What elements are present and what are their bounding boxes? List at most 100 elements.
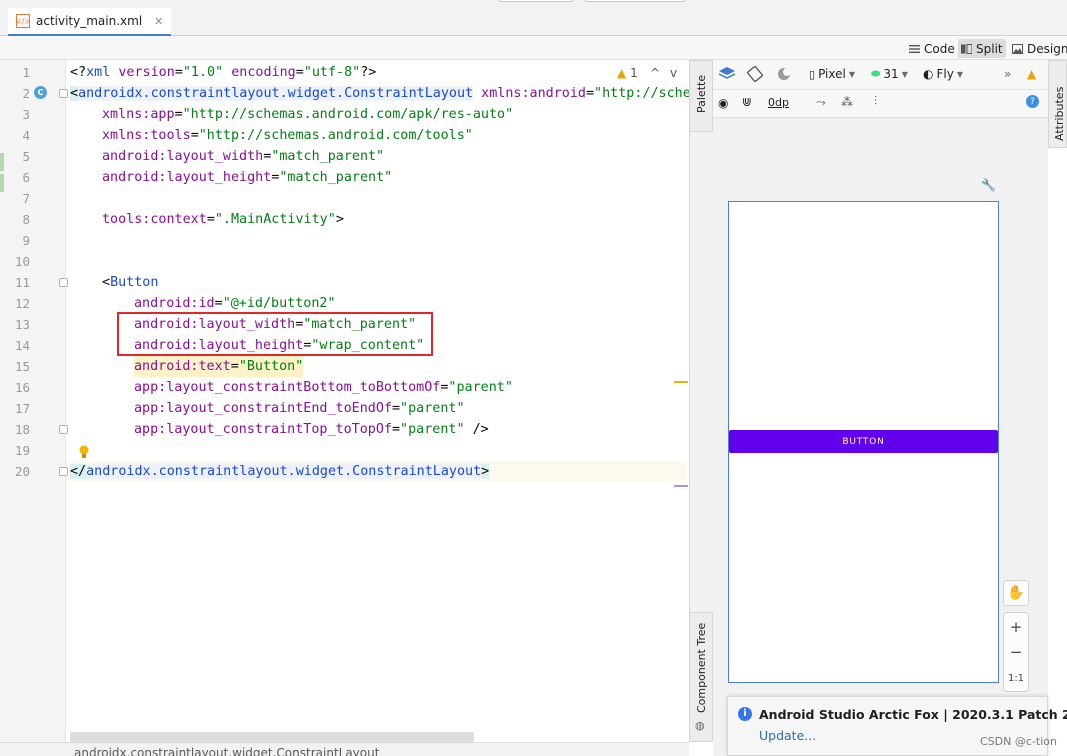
close-icon[interactable]: ✕ — [154, 15, 163, 28]
theme-selector[interactable]: ◐ Fly ▼ — [923, 67, 963, 81]
file-tab-activity-main[interactable]: </> activity_main.xml ✕ — [8, 8, 172, 36]
warning-count: 1 — [630, 66, 638, 80]
line-number: 10 — [14, 254, 30, 269]
line-number: 11 — [14, 275, 30, 290]
update-link[interactable]: Update... — [759, 728, 816, 743]
device-preview-frame[interactable]: BUTTON — [728, 201, 999, 683]
zoom-reset-button[interactable]: 1:1 — [1004, 666, 1028, 691]
horizontal-scrollbar[interactable] — [70, 732, 474, 742]
code-view-button[interactable]: Code — [906, 39, 958, 58]
design-toolbar-secondary: ◉ ⋓ 0dp ⤳ ⁂ ⫶ ? — [713, 90, 1048, 118]
line-number: 9 — [22, 233, 30, 248]
warning-triangle-icon: ▲ — [617, 66, 627, 80]
code-editor[interactable]: 1 <?xml version="1.0" encoding="utf-8"?>… — [0, 60, 691, 756]
line-number: 13 — [14, 317, 30, 332]
fold-marker[interactable] — [59, 425, 68, 434]
code-line: 3 xmlns:app="http://schemas.android.com/… — [0, 104, 689, 125]
default-margin-button[interactable]: 0dp — [768, 96, 789, 109]
scrollbar-mark[interactable] — [674, 485, 688, 487]
api-level-selector[interactable]: ⬬ 31 ▼ — [871, 67, 908, 81]
code-line: 18 app:layout_constraintTop_toTopOf="par… — [0, 419, 689, 440]
attributes-tab[interactable]: Attributes — [1048, 60, 1067, 148]
collapsed-panel-edge — [498, 0, 574, 2]
palette-tab[interactable]: Palette — [689, 60, 713, 132]
code-line: 7 — [0, 188, 689, 209]
code-line: 6 android:layout_height="match_parent" — [0, 167, 689, 188]
magnet-icon[interactable]: ⋓ — [742, 95, 752, 109]
component-tree-tab[interactable]: Component Tree ◍ — [689, 612, 713, 742]
split-view-button[interactable]: Split — [958, 39, 1006, 58]
line-number: 1 — [22, 65, 30, 80]
line-number: 2 — [22, 86, 30, 101]
zoom-controls: + − 1:1 — [1003, 612, 1029, 692]
code-text: app:layout_constraintTop_toTopOf="parent… — [134, 422, 489, 437]
preview-button[interactable]: BUTTON — [729, 430, 998, 453]
warning-indicator[interactable]: ▲ 1 — [617, 66, 638, 80]
magic-wand-icon[interactable]: ⁂ — [841, 95, 853, 109]
context-class-icon[interactable]: C — [34, 86, 47, 99]
code-line: 17 app:layout_constraintEnd_toEndOf="par… — [0, 398, 689, 419]
file-tab-label: activity_main.xml — [36, 14, 143, 28]
info-icon: i — [738, 707, 752, 721]
code-line: 8 tools:context=".MainActivity"> — [0, 209, 689, 230]
chevron-down-icon: ▼ — [956, 69, 963, 79]
lightbulb-icon[interactable] — [79, 445, 89, 459]
code-text: android:id="@+id/button2" — [134, 296, 336, 311]
code-text: app:layout_constraintEnd_toEndOf="parent… — [134, 401, 465, 416]
zoom-out-button[interactable]: − — [1004, 640, 1028, 665]
fold-marker[interactable] — [59, 89, 68, 98]
design-view-button[interactable]: Design — [1009, 39, 1067, 58]
line-number: 6 — [22, 170, 30, 185]
scrollbar-warning-mark[interactable] — [674, 381, 688, 383]
code-line: 16 app:layout_constraintBottom_toBottomO… — [0, 377, 689, 398]
editor-tab-bar: </> activity_main.xml ✕ — [0, 0, 1067, 36]
collapsed-panel-edge — [584, 0, 686, 2]
device-label: Pixel — [818, 67, 846, 81]
code-line: 10 — [0, 251, 689, 272]
watermark: CSDN @c-tion — [980, 735, 1057, 748]
line-number: 19 — [14, 443, 30, 458]
help-icon[interactable]: ? — [1026, 95, 1039, 108]
previous-highlight-button[interactable]: ^ — [650, 66, 660, 80]
pan-hand-icon[interactable]: ✋ — [1003, 580, 1029, 606]
breadcrumb[interactable]: androidx.constraintlayout.widget.Constra… — [74, 746, 379, 756]
zoom-in-button[interactable]: + — [1004, 615, 1028, 640]
code-line: 2 <androidx.constraintlayout.widget.Cons… — [0, 83, 691, 104]
highlight-annotation-box — [117, 312, 433, 356]
align-icon[interactable]: ⫶ — [874, 94, 877, 109]
next-highlight-button[interactable]: v — [670, 66, 677, 80]
fold-marker[interactable] — [59, 278, 68, 287]
tool-window-strip — [689, 132, 713, 612]
image-icon — [1012, 43, 1023, 54]
more-options-button[interactable]: » — [1004, 67, 1011, 81]
code-line: 19 — [0, 440, 689, 461]
code-text: </androidx.constraintlayout.widget.Const… — [70, 464, 490, 479]
code-text: android:layout_width="match_parent" — [102, 149, 385, 164]
code-text: app:layout_constraintBottom_toBottomOf="… — [134, 380, 513, 395]
line-number: 20 — [14, 464, 30, 479]
code-line: 1 <?xml version="1.0" encoding="utf-8"?> — [0, 62, 689, 83]
warning-icon[interactable]: ▲ — [1027, 67, 1036, 81]
orientation-icon[interactable] — [747, 66, 763, 82]
code-text: xmlns:tools="http://schemas.android.com/… — [102, 128, 473, 143]
line-number: 7 — [22, 191, 30, 206]
device-selector[interactable]: ▯ Pixel ▼ — [809, 67, 855, 81]
code-line: 4 xmlns:tools="http://schemas.android.co… — [0, 125, 689, 146]
code-line: 11 <Button — [0, 272, 689, 293]
fold-marker[interactable] — [59, 467, 68, 476]
code-text: <?xml version="1.0" encoding="utf-8"?> — [70, 65, 377, 80]
code-line: 12 android:id="@+id/button2" — [0, 293, 689, 314]
palette-label: Palette — [695, 74, 708, 113]
eye-icon[interactable]: ◉ — [718, 96, 728, 110]
clear-constraints-icon[interactable]: ⤳ — [816, 95, 826, 110]
line-number: 18 — [14, 422, 30, 437]
android-icon: ⬬ — [871, 67, 881, 80]
theme-label: Fly — [936, 67, 954, 81]
wrench-icon[interactable]: 🔧 — [981, 178, 996, 192]
layers-icon[interactable] — [718, 66, 736, 82]
night-mode-icon[interactable] — [777, 67, 793, 81]
code-text-warning: android:text="Button" — [134, 356, 304, 377]
chevron-down-icon: ▼ — [848, 69, 855, 79]
line-number: 17 — [14, 401, 30, 416]
code-text: <Button — [102, 275, 159, 290]
